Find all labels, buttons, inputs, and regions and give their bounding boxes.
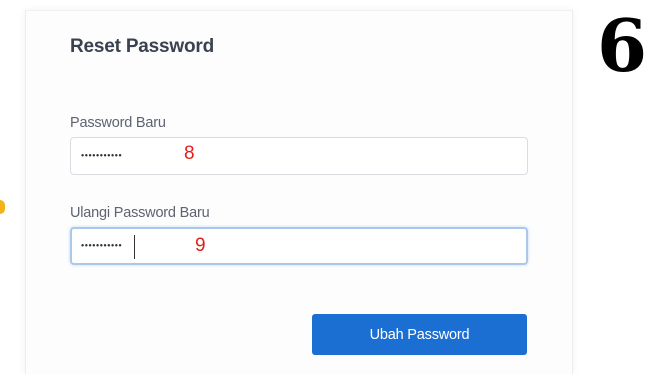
new-password-label: Password Baru [70,115,166,131]
new-password-field[interactable]: ••••••••••• [70,137,528,175]
step-number: 6 [597,3,648,88]
repeat-password-label: Ulangi Password Baru [70,205,210,221]
submit-button[interactable]: Ubah Password [312,314,527,355]
annotation-8: 8 [184,143,195,164]
repeat-password-value: ••••••••••• [81,240,123,251]
annotation-9: 9 [195,235,206,256]
text-cursor [134,235,135,259]
side-edge-mark [0,200,5,214]
page-title: Reset Password [70,36,214,57]
new-password-value: ••••••••••• [81,150,123,161]
repeat-password-field[interactable]: ••••••••••• [70,227,528,265]
